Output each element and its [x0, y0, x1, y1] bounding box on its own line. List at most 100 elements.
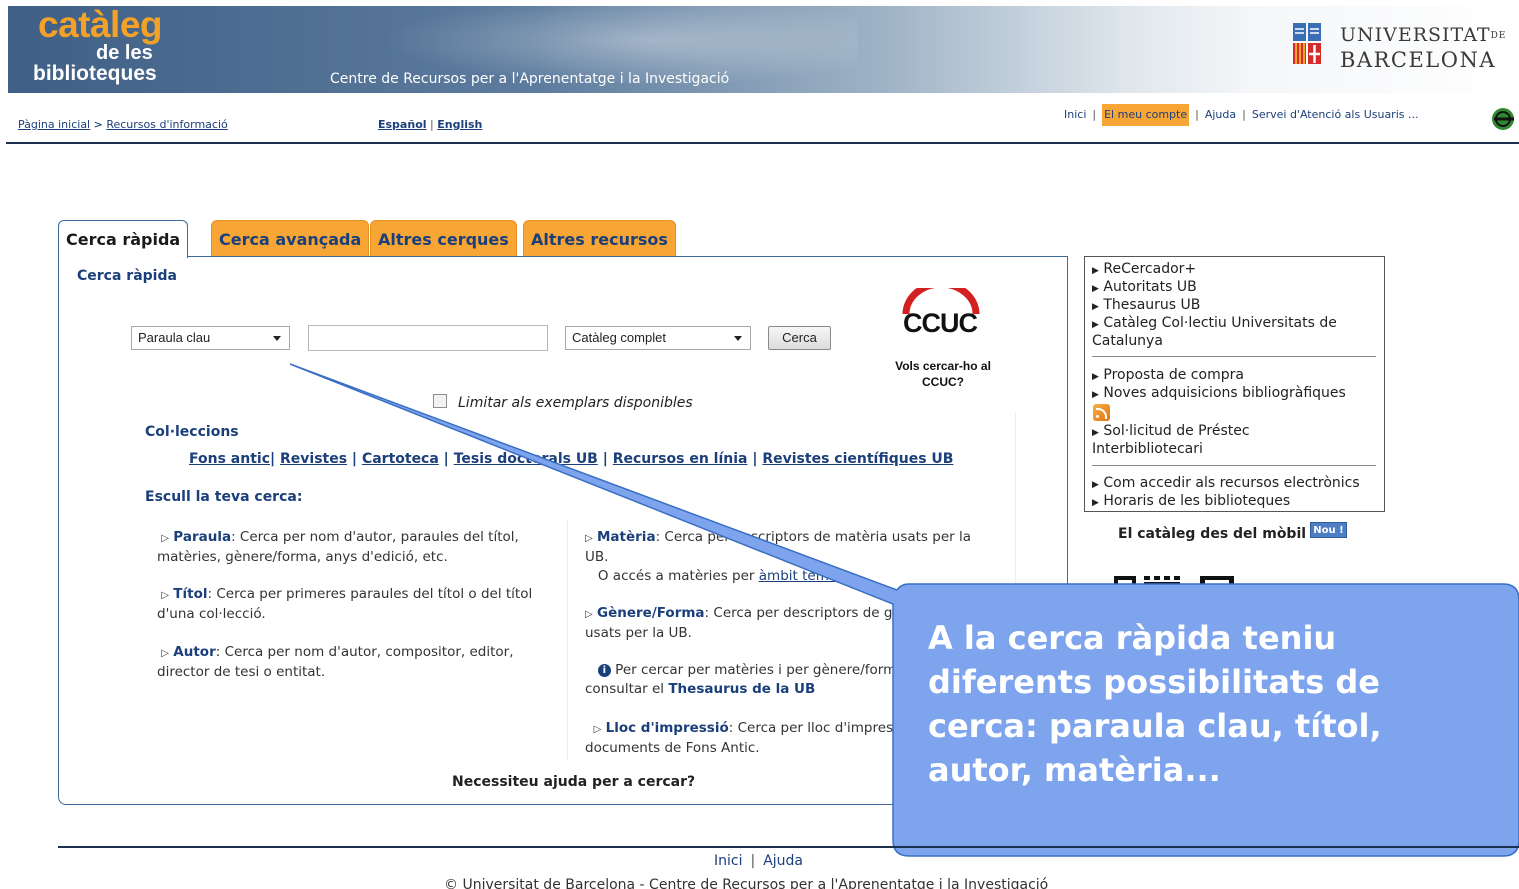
triangle-icon: ▶ — [1092, 428, 1099, 438]
sidebar-item-ccuc-cont[interactable]: Catalunya — [1092, 332, 1163, 350]
search-help-link[interactable]: Necessiteu ajuda per a cercar? — [452, 774, 695, 790]
collection-link-fons-antic[interactable]: Fons antic — [189, 451, 270, 467]
sidebar-item-prestec[interactable]: ▶ Sol·licitud de Préstec — [1092, 422, 1250, 442]
sidebar-item-recursos-electronics[interactable]: ▶ Com accedir als recursos electrònics — [1092, 474, 1360, 494]
footer-link-ajuda[interactable]: Ajuda — [763, 853, 803, 869]
sidebar-label: Catàleg Col·lectiu Universitats de — [1103, 315, 1337, 331]
collection-link-recursos-linia[interactable]: Recursos en línia — [613, 451, 748, 467]
search-type-value: Paraula clau — [138, 330, 211, 345]
collection-link-tesis[interactable]: Tesis doctorals UB — [454, 451, 598, 467]
sidebar-label: Sol·licitud de Préstec — [1103, 423, 1250, 439]
help-thesaurus-note: i Per cercar per matèries i per gènere/f… — [585, 661, 985, 699]
lang-separator: | — [430, 118, 434, 131]
topnav-sep: | — [1242, 108, 1246, 121]
breadcrumb-home-link[interactable]: Pàgina inicial — [18, 118, 90, 131]
rss-icon[interactable] — [1093, 404, 1110, 421]
sidebar-label: Thesaurus UB — [1103, 297, 1201, 313]
help-autor-term: Autor — [173, 644, 216, 660]
sidebar-item-prestec-cont[interactable]: Interbibliotecari — [1092, 440, 1203, 458]
mobile-catalog-title: El catàleg des del mòbil — [1118, 526, 1307, 542]
sidebar-label: Noves adquisicions bibliogràfiques — [1103, 385, 1346, 401]
topnav-meu-compte[interactable]: El meu compte — [1102, 104, 1190, 126]
limit-available-label: Limitar als exemplars disponibles — [458, 395, 693, 411]
help-titol: ▷ Títol: Cerca per primeres paraules del… — [157, 585, 562, 624]
sidebar-item-horaris[interactable]: ▶ Horaris de les biblioteques — [1092, 492, 1290, 512]
chevron-down-icon — [273, 336, 281, 341]
ccuc-question[interactable]: Vols cercar-ho al CCUC? — [884, 358, 1002, 390]
triangle-icon: ▶ — [1092, 284, 1099, 294]
triangle-icon: ▶ — [1092, 480, 1099, 490]
triangle-icon: ▶ — [1092, 498, 1099, 508]
university-name-line-2: BARCELONA — [1340, 48, 1497, 72]
lang-en-link[interactable]: English — [437, 118, 482, 131]
panel-title: Cerca ràpida — [77, 268, 177, 284]
tab-cerca-rapida[interactable]: Cerca ràpida — [58, 220, 189, 258]
triangle-icon: ▷ — [593, 724, 602, 735]
collections-links: Fons antic | Revistes | Cartoteca | Tesis… — [189, 451, 953, 467]
triangle-icon: ▶ — [1092, 266, 1099, 276]
header-divider — [6, 142, 1519, 144]
callout-text: A la cerca ràpida teniu diferents possib… — [928, 619, 1382, 789]
help-titol-text: : Cerca per primeres paraules del títol … — [157, 586, 533, 622]
search-input[interactable] — [308, 325, 548, 351]
search-type-select[interactable]: Paraula clau — [131, 326, 290, 350]
breadcrumb-current-link[interactable]: Recursos d'informació — [106, 118, 227, 131]
sidebar-label: Com accedir als recursos electrònics — [1103, 475, 1360, 491]
footer-link-inici[interactable]: Inici — [714, 853, 742, 869]
university-word: UNIVERSITAT — [1340, 24, 1491, 46]
help-genere-term: Gènere/Forma — [597, 605, 705, 621]
search-scope-select[interactable]: Catàleg complet — [565, 326, 751, 350]
university-de: DE — [1490, 31, 1507, 41]
lang-es-link[interactable]: Español — [378, 118, 427, 131]
sidebar-label: Autoritats UB — [1103, 279, 1197, 295]
link-sep: | — [347, 451, 362, 467]
ambit-tematic-link[interactable]: àmbit temàtic — [759, 568, 854, 584]
help-materia-term: Matèria — [597, 529, 656, 545]
top-navigation: Inici | El meu compte | Ajuda | Servei d'Atenc… — [1064, 104, 1419, 126]
topnav-ajuda[interactable]: Ajuda — [1205, 108, 1236, 121]
collections-title: Col·leccions — [145, 424, 239, 440]
ccuc-logo[interactable]: CCUC — [890, 308, 990, 339]
help-autor: ▷ Autor: Cerca per nom d'autor, composit… — [157, 643, 562, 682]
triangle-icon: ▷ — [585, 609, 593, 620]
university-shield-icon[interactable] — [1292, 22, 1322, 66]
info-icon: i — [597, 664, 611, 677]
footer-divider — [58, 846, 1519, 848]
sidebar-item-autoritats[interactable]: ▶ Autoritats UB — [1092, 278, 1197, 298]
tab-altres-cerques[interactable]: Altres cerques — [370, 220, 517, 257]
search-button[interactable]: Cerca — [768, 326, 831, 350]
triangle-icon: ▷ — [585, 533, 593, 544]
help-lloc-term: Lloc d'impressió — [605, 720, 729, 736]
site-header: catàleg de les biblioteques Centre de Re… — [8, 6, 1519, 93]
link-sep: | — [747, 451, 763, 467]
sidebar-item-recercador[interactable]: ▶ ReCercador+ — [1092, 260, 1196, 280]
tab-cerca-avancada[interactable]: Cerca avançada — [211, 220, 370, 257]
topnav-inici[interactable]: Inici — [1064, 108, 1086, 121]
collection-link-revistes[interactable]: Revistes — [280, 451, 347, 467]
sidebar-item-ccuc[interactable]: ▶ Catàleg Col·lectiu Universitats de — [1092, 314, 1337, 334]
help-genere: ▷ Gènere/Forma: Cerca per descriptors de… — [585, 604, 985, 643]
topnav-sep: | — [1195, 108, 1199, 121]
tab-altres-recursos[interactable]: Altres recursos — [523, 220, 676, 257]
accessibility-icon[interactable] — [1488, 106, 1516, 132]
sidebar-item-thesaurus[interactable]: ▶ Thesaurus UB — [1092, 296, 1200, 316]
qr-code-icon[interactable] — [1114, 574, 1234, 586]
collection-link-cartoteca[interactable]: Cartoteca — [362, 451, 439, 467]
sidebar-item-noves[interactable]: ▶ Noves adquisicions bibliogràfiques — [1092, 384, 1346, 404]
help-paraula: ▷ Paraula: Cerca per nom d'autor, paraul… — [157, 528, 562, 567]
search-scope-value: Catàleg complet — [572, 330, 666, 345]
logo-line-3[interactable]: biblioteques — [33, 62, 157, 86]
link-sep: | — [597, 451, 613, 467]
collection-link-revistes-cientifiques[interactable]: Revistes científiques UB — [762, 451, 953, 467]
sidebar-label: Horaris de les biblioteques — [1103, 493, 1291, 509]
new-badge: Nou ! — [1310, 522, 1347, 538]
footer-sep: | — [750, 853, 756, 869]
topnav-servei-atencio[interactable]: Servei d'Atenció als Usuaris ... — [1252, 108, 1419, 121]
chevron-down-icon — [734, 336, 742, 341]
limit-available-checkbox[interactable] — [433, 394, 447, 408]
logo-line-1[interactable]: catàleg — [38, 6, 163, 46]
breadcrumb-separator: > — [93, 118, 103, 131]
thesaurus-link[interactable]: Thesaurus de la UB — [668, 681, 815, 697]
sidebar-label: ReCercador+ — [1103, 261, 1197, 277]
sidebar-item-proposta[interactable]: ▶ Proposta de compra — [1092, 366, 1244, 386]
